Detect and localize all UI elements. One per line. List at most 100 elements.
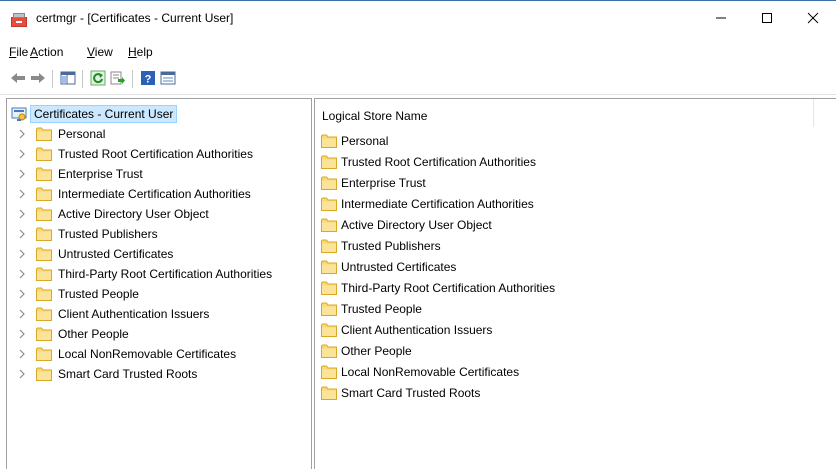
tree-item[interactable]: Local NonRemovable Certificates bbox=[7, 345, 307, 365]
list-item[interactable]: Enterprise Trust bbox=[315, 174, 815, 195]
folder-icon bbox=[321, 302, 337, 316]
folder-icon bbox=[321, 386, 337, 400]
toolbar: ? bbox=[0, 64, 836, 92]
menu-help-label: elp bbox=[136, 45, 153, 59]
tree-item-label: Personal bbox=[58, 127, 106, 141]
list-item[interactable]: Smart Card Trusted Roots bbox=[315, 384, 815, 405]
toolbar-separator bbox=[82, 70, 83, 88]
list-item-label: Trusted People bbox=[341, 302, 422, 316]
expand-chevron-icon[interactable] bbox=[17, 228, 27, 240]
tree-item[interactable]: Trusted Root Certification Authorities bbox=[7, 145, 307, 165]
folder-icon bbox=[321, 323, 337, 337]
console-tree-pane[interactable]: Certificates - Current User Personal Trus… bbox=[6, 98, 312, 469]
folder-icon bbox=[321, 239, 337, 253]
refresh-icon[interactable] bbox=[90, 70, 106, 86]
list-item[interactable]: Active Directory User Object bbox=[315, 216, 815, 237]
list-item[interactable]: Trusted People bbox=[315, 300, 815, 321]
tree-item[interactable]: Active Directory User Object bbox=[7, 205, 307, 225]
expand-chevron-icon[interactable] bbox=[17, 188, 27, 200]
expand-chevron-icon[interactable] bbox=[17, 348, 27, 360]
folder-icon bbox=[36, 187, 52, 201]
certificate-store-icon bbox=[11, 107, 27, 121]
folder-icon bbox=[36, 367, 52, 381]
folder-icon bbox=[321, 365, 337, 379]
tree-item[interactable]: Untrusted Certificates bbox=[7, 245, 307, 265]
minimize-icon bbox=[716, 17, 726, 19]
tree-item[interactable]: Trusted Publishers bbox=[7, 225, 307, 245]
expand-chevron-icon[interactable] bbox=[17, 288, 27, 300]
folder-icon bbox=[321, 197, 337, 211]
folder-icon bbox=[321, 155, 337, 169]
expand-chevron-icon[interactable] bbox=[17, 208, 27, 220]
menu-bar: File Action View Help bbox=[0, 42, 836, 62]
close-icon bbox=[807, 12, 819, 24]
title-bar[interactable]: certmgr - [Certificates - Current User] bbox=[0, 0, 836, 38]
list-item[interactable]: Trusted Publishers bbox=[315, 237, 815, 258]
menu-file[interactable]: File bbox=[9, 45, 28, 59]
expand-chevron-icon[interactable] bbox=[17, 268, 27, 280]
help-icon[interactable]: ? bbox=[140, 70, 156, 86]
tree-item-label: Other People bbox=[58, 327, 129, 341]
tree-item-label: Active Directory User Object bbox=[58, 207, 209, 221]
expand-chevron-icon[interactable] bbox=[17, 148, 27, 160]
export-list-icon[interactable] bbox=[110, 70, 126, 86]
list-item[interactable]: Intermediate Certification Authorities bbox=[315, 195, 815, 216]
list-item[interactable]: Personal bbox=[315, 132, 815, 153]
properties-icon[interactable] bbox=[160, 70, 176, 86]
tree-item-label: Smart Card Trusted Roots bbox=[58, 367, 198, 381]
list-item[interactable]: Other People bbox=[315, 342, 815, 363]
column-header-logical-store-name[interactable]: Logical Store Name bbox=[315, 99, 814, 127]
tree-item[interactable]: Trusted People bbox=[7, 285, 307, 305]
expand-chevron-icon[interactable] bbox=[17, 168, 27, 180]
tree-item-label: Client Authentication Issuers bbox=[58, 307, 210, 321]
show-hide-console-tree-icon[interactable] bbox=[60, 70, 76, 86]
folder-icon bbox=[36, 227, 52, 241]
folder-icon bbox=[321, 281, 337, 295]
list-item[interactable]: Trusted Root Certification Authorities bbox=[315, 153, 815, 174]
certmgr-app-icon bbox=[11, 13, 27, 27]
menu-view[interactable]: View bbox=[87, 45, 113, 59]
expand-chevron-icon[interactable] bbox=[17, 128, 27, 140]
menu-help-accel: H bbox=[128, 45, 137, 59]
close-button[interactable] bbox=[790, 0, 836, 36]
tree-item[interactable]: Intermediate Certification Authorities bbox=[7, 185, 307, 205]
expand-chevron-icon[interactable] bbox=[17, 248, 27, 260]
back-arrow-icon[interactable] bbox=[10, 70, 26, 86]
menu-help[interactable]: Help bbox=[128, 45, 153, 59]
tree-item[interactable]: Client Authentication Issuers bbox=[7, 305, 307, 325]
folder-icon bbox=[36, 167, 52, 181]
toolbar-divider bbox=[0, 94, 836, 95]
menu-action[interactable]: Action bbox=[30, 45, 63, 59]
folder-icon bbox=[36, 207, 52, 221]
list-item[interactable]: Local NonRemovable Certificates bbox=[315, 363, 815, 384]
minimize-button[interactable] bbox=[698, 0, 744, 36]
list-item-label: Trusted Root Certification Authorities bbox=[341, 155, 536, 169]
tree-item[interactable]: Personal bbox=[7, 125, 307, 145]
tree-item-label: Untrusted Certificates bbox=[58, 247, 174, 261]
list-item[interactable]: Client Authentication Issuers bbox=[315, 321, 815, 342]
folder-icon bbox=[321, 218, 337, 232]
expand-chevron-icon[interactable] bbox=[17, 308, 27, 320]
folder-icon bbox=[321, 260, 337, 274]
window-title: certmgr - [Certificates - Current User] bbox=[36, 11, 234, 25]
list-item-label: Enterprise Trust bbox=[341, 176, 426, 190]
tree-item[interactable]: Third-Party Root Certification Authoriti… bbox=[7, 265, 307, 285]
list-item[interactable]: Untrusted Certificates bbox=[315, 258, 815, 279]
forward-arrow-icon[interactable] bbox=[30, 70, 46, 86]
tree-item[interactable]: Smart Card Trusted Roots bbox=[7, 365, 307, 385]
details-list-pane[interactable]: Logical Store Name Personal Trusted Root … bbox=[314, 98, 836, 469]
expand-chevron-icon[interactable] bbox=[17, 368, 27, 380]
expand-chevron-icon[interactable] bbox=[17, 328, 27, 340]
folder-icon bbox=[321, 134, 337, 148]
tree-item-label: Trusted People bbox=[58, 287, 139, 301]
list-item[interactable]: Third-Party Root Certification Authoriti… bbox=[315, 279, 815, 300]
tree-item-label: Enterprise Trust bbox=[58, 167, 143, 181]
tree-item[interactable]: Other People bbox=[7, 325, 307, 345]
list-item-label: Other People bbox=[341, 344, 412, 358]
tree-item[interactable]: Enterprise Trust bbox=[7, 165, 307, 185]
svg-text:?: ? bbox=[145, 74, 152, 86]
folder-icon bbox=[36, 147, 52, 161]
folder-icon bbox=[36, 347, 52, 361]
maximize-button[interactable] bbox=[744, 0, 790, 36]
list-item-label: Trusted Publishers bbox=[341, 239, 441, 253]
